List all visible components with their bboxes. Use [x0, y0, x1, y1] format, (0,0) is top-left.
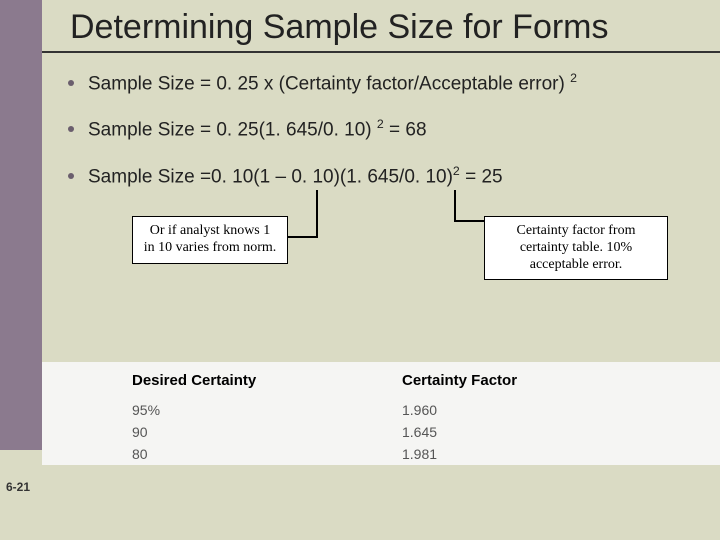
superscript: 2: [453, 164, 460, 178]
bullet-item: Sample Size = 0. 25(1. 645/0. 10) 2 = 68: [64, 117, 710, 141]
bullet-text: Sample Size = 0. 25 x (Certainty factor/…: [88, 71, 577, 95]
superscript: 2: [570, 71, 577, 85]
bullet-dot-icon: [68, 126, 74, 132]
connector-line: [316, 190, 318, 238]
bullet-text: Sample Size = 0. 25(1. 645/0. 10) 2 = 68: [88, 117, 427, 141]
formula-result: = 68: [384, 120, 427, 141]
table-cell: 80: [42, 446, 402, 462]
table-header-cell: Certainty Factor: [402, 372, 702, 389]
formula-result: = 25: [460, 166, 503, 187]
table-cell: 95%: [42, 402, 402, 418]
callout-right: Certainty factor from certainty table. 1…: [484, 216, 668, 280]
page-corner: [0, 450, 42, 540]
table-row: 95% 1.960: [42, 399, 720, 421]
bullet-dot-icon: [68, 80, 74, 86]
bullet-item: Sample Size = 0. 25 x (Certainty factor/…: [64, 71, 710, 95]
superscript: 2: [377, 117, 384, 131]
bullet-text: Sample Size =0. 10(1 – 0. 10)(1. 645/0. …: [88, 164, 503, 188]
slide-bottom-fill: [42, 470, 720, 540]
bullet-item: Sample Size =0. 10(1 – 0. 10)(1. 645/0. …: [64, 164, 710, 188]
table-header-row: Desired Certainty Certainty Factor: [42, 362, 720, 399]
callout-area: Or if analyst knows 1 in 10 varies from …: [64, 210, 710, 300]
certainty-table: Desired Certainty Certainty Factor 95% 1…: [42, 362, 720, 465]
connector-line: [287, 236, 317, 238]
formula-text: Sample Size = 0. 25 x (Certainty factor/…: [88, 73, 570, 94]
connector-line: [454, 190, 456, 220]
table-cell: 1.981: [402, 446, 702, 462]
bullet-dot-icon: [68, 173, 74, 179]
callout-left: Or if analyst knows 1 in 10 varies from …: [132, 216, 288, 264]
table-row: 80 1.981: [42, 443, 720, 465]
formula-text: Sample Size = 0. 25(1. 645/0. 10): [88, 120, 377, 141]
table-cell: 1.645: [402, 424, 702, 440]
table-row: 90 1.645: [42, 421, 720, 443]
table-cell: 1.960: [402, 402, 702, 418]
formula-text: Sample Size =0. 10(1 – 0. 10)(1. 645/0. …: [88, 166, 453, 187]
slide-title: Determining Sample Size for Forms: [42, 0, 720, 53]
table-cell: 90: [42, 424, 402, 440]
bullet-list: Sample Size = 0. 25 x (Certainty factor/…: [42, 71, 720, 300]
page-number: 6-21: [6, 480, 30, 494]
table-header-cell: Desired Certainty: [42, 372, 402, 389]
